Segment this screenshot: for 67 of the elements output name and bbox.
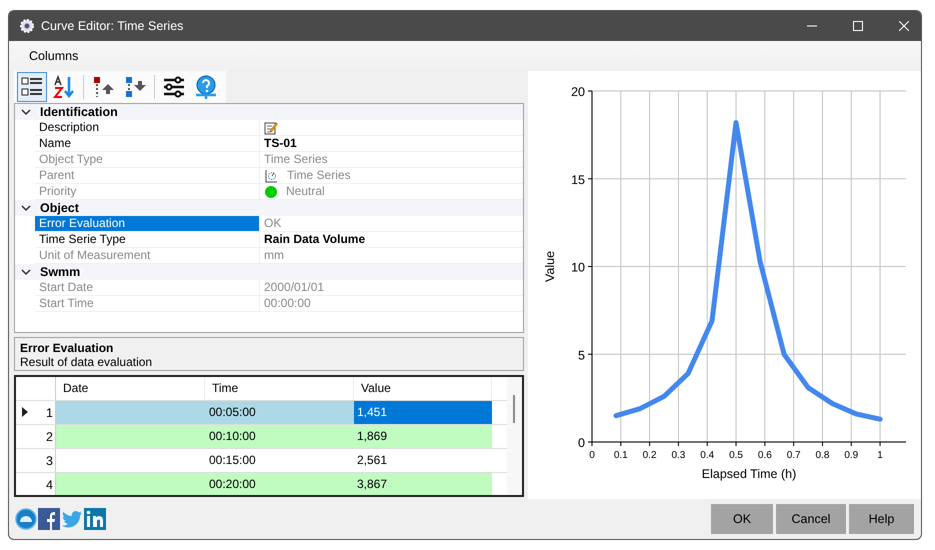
maximize-icon[interactable] [853, 21, 863, 31]
linkedin-icon[interactable] [84, 508, 106, 530]
row-header[interactable]: 3 [16, 449, 56, 472]
property-label[interactable]: Error Evaluation [35, 216, 260, 231]
row-number: 2 [46, 430, 53, 444]
x-axis-title: Elapsed Time (h) [702, 467, 796, 481]
column-header[interactable]: Time [205, 377, 354, 400]
facebook-icon[interactable] [38, 508, 60, 530]
table-cell[interactable] [56, 401, 205, 424]
y-tick-label: 10 [570, 260, 585, 274]
y-tick-label: 5 [578, 348, 585, 362]
table-cell[interactable] [56, 425, 205, 448]
property-value[interactable]: TS-01 [264, 136, 297, 151]
category-header[interactable]: Swmm [40, 265, 80, 279]
chart-icon [264, 168, 278, 182]
property-label[interactable]: Description [35, 120, 260, 135]
property-label[interactable]: Time Serie Type [35, 232, 260, 247]
table-cell[interactable]: 00:10:00 [205, 425, 354, 448]
y-tick-label: 20 [570, 85, 585, 99]
x-tick-label: 0.2 [642, 450, 656, 461]
category-header[interactable]: Identification [40, 105, 118, 119]
chevron-icon[interactable] [21, 267, 31, 277]
x-tick-label: 0.4 [700, 450, 714, 461]
ok-button[interactable]: OK [711, 504, 773, 534]
categorized-view-button[interactable] [17, 72, 47, 102]
x-tick-label: 0.5 [728, 450, 743, 461]
row-number: 1 [46, 406, 53, 420]
menu-item[interactable]: Columns [29, 49, 78, 63]
edit-icon[interactable] [264, 120, 278, 134]
property-value[interactable]: Rain Data Volume [264, 232, 366, 247]
gear-icon [19, 18, 35, 34]
current-row-icon [22, 407, 28, 417]
row-number: 3 [46, 454, 53, 468]
chevron-icon[interactable] [21, 107, 31, 117]
x-tick-label: 0.6 [758, 450, 772, 461]
table-cell[interactable]: 00:20:00 [205, 473, 354, 495]
x-tick-label: 0.3 [671, 450, 686, 461]
window-title: Curve Editor: Time Series [41, 19, 184, 33]
y-axis-title: Value [542, 250, 557, 282]
help-button[interactable]: Help [849, 504, 914, 534]
table-cell[interactable] [56, 473, 205, 495]
table-cell[interactable]: 1,869 [354, 425, 492, 448]
row-number: 4 [46, 478, 53, 492]
category-header[interactable]: Object [40, 201, 79, 215]
x-tick-label: 0.9 [844, 450, 858, 461]
column-header[interactable]: Value [354, 377, 492, 400]
x-tick-label: 0 [588, 450, 595, 461]
x-tick-label: 0.1 [614, 450, 628, 461]
x-tick-label: 0.7 [786, 450, 800, 461]
help-title: Error Evaluation [20, 341, 114, 355]
property-label[interactable]: Name [35, 136, 260, 151]
x-tick-label: 1 [877, 450, 883, 461]
scrollbar[interactable] [506, 377, 522, 495]
y-tick-label: 0 [578, 436, 585, 450]
table-cell[interactable]: 00:15:00 [205, 449, 354, 472]
x-tick-label: 0.8 [815, 450, 830, 461]
table-cell[interactable]: 1,451 [354, 401, 492, 424]
close-icon[interactable] [899, 21, 909, 31]
help-description: Result of data evaluation [20, 355, 154, 369]
cancel-button[interactable]: Cancel [776, 504, 846, 534]
table-cell[interactable]: 2,561 [354, 449, 492, 472]
column-header[interactable]: Date [56, 377, 205, 400]
y-tick-label: 15 [570, 172, 585, 187]
table-cell[interactable]: 3,867 [354, 473, 492, 495]
chevron-icon[interactable] [21, 203, 31, 213]
hardhat-icon[interactable] [15, 508, 37, 530]
table-cell[interactable]: 00:05:00 [205, 401, 354, 424]
